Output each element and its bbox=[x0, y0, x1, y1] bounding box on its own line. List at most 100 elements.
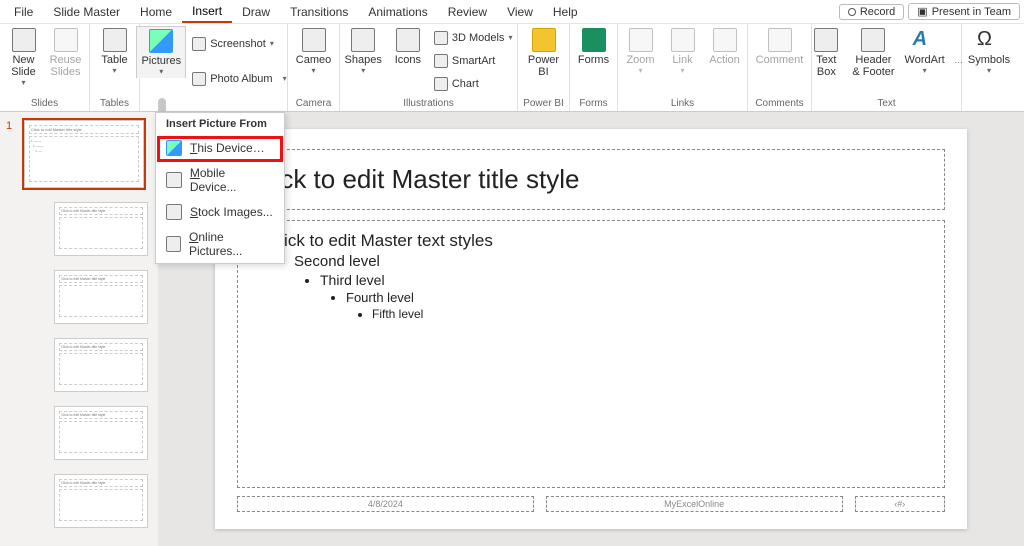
symbols-label: Symbols bbox=[968, 54, 1010, 66]
table-icon bbox=[103, 28, 127, 52]
3d-models-label: 3D Models bbox=[452, 32, 505, 44]
group-powerbi-label: Power BI bbox=[523, 98, 564, 111]
dd-online-pictures-label: Online Pictures... bbox=[189, 230, 274, 258]
header-footer-label: Header & Footer bbox=[852, 54, 894, 78]
link-button[interactable]: Link▾ bbox=[663, 26, 703, 77]
online-pictures-icon bbox=[166, 236, 181, 252]
bullet-level-3: Third level Fourth level Fifth level bbox=[320, 272, 932, 321]
menu-draw[interactable]: Draw bbox=[232, 2, 280, 22]
shapes-button[interactable]: Shapes▾ bbox=[341, 26, 386, 77]
3d-models-button[interactable]: 3D Models▾ bbox=[430, 30, 517, 46]
icons-button[interactable]: Icons bbox=[388, 26, 428, 68]
reuse-slides-label: Reuse Slides bbox=[50, 54, 82, 78]
thumb-layout-3[interactable]: Click to edit Master title style bbox=[54, 338, 148, 392]
menu-home[interactable]: Home bbox=[130, 2, 182, 22]
group-camera: Cameo▾ Camera bbox=[288, 24, 340, 111]
shapes-icon bbox=[351, 28, 375, 52]
chart-button[interactable]: Chart bbox=[430, 76, 517, 92]
new-slide-icon bbox=[12, 28, 36, 52]
menu-file[interactable]: File bbox=[4, 2, 43, 22]
action-icon bbox=[713, 28, 737, 52]
menu-transitions[interactable]: Transitions bbox=[280, 2, 358, 22]
reuse-slides-button[interactable]: Reuse Slides bbox=[46, 26, 86, 80]
chart-icon bbox=[434, 77, 448, 91]
new-slide-label: New Slide bbox=[11, 54, 35, 78]
chart-label: Chart bbox=[452, 78, 479, 90]
main-area: 1 Click to edit Master title style • —— … bbox=[0, 112, 1024, 546]
group-links: Zoom▾ Link▾ Action Links bbox=[618, 24, 748, 111]
menu-slide-master[interactable]: Slide Master bbox=[43, 2, 130, 22]
pictures-label: Pictures bbox=[141, 55, 181, 67]
dd-online-pictures[interactable]: Online Pictures... bbox=[156, 225, 284, 263]
symbols-button[interactable]: ΩSymbols▾ bbox=[964, 26, 1014, 77]
icons-icon bbox=[396, 28, 420, 52]
dd-mobile-device-label: Mobile Device... bbox=[190, 166, 274, 194]
pagenum-placeholder[interactable]: ‹#› bbox=[855, 496, 945, 512]
thumb-layout-4[interactable]: Click to edit Master title style bbox=[54, 406, 148, 460]
powerbi-label: Power BI bbox=[528, 54, 559, 78]
title-placeholder[interactable]: Click to edit Master title style bbox=[237, 149, 945, 210]
slide-canvas[interactable]: Click to edit Master title style Click t… bbox=[215, 129, 967, 529]
icons-label: Icons bbox=[395, 54, 421, 66]
table-button[interactable]: Table▾ bbox=[95, 26, 135, 77]
forms-button[interactable]: Forms bbox=[574, 26, 614, 68]
zoom-icon bbox=[629, 28, 653, 52]
group-forms-label: Forms bbox=[579, 98, 607, 111]
thumb-number: 1 bbox=[6, 120, 12, 132]
new-slide-button[interactable]: New Slide▾ bbox=[4, 26, 44, 89]
record-button[interactable]: Record bbox=[839, 4, 904, 20]
menu-insert[interactable]: Insert bbox=[182, 1, 232, 23]
dd-stock-images[interactable]: Stock Images... bbox=[156, 199, 284, 225]
group-tables-label: Tables bbox=[100, 98, 129, 111]
stock-images-icon bbox=[166, 204, 182, 220]
zoom-button[interactable]: Zoom▾ bbox=[621, 26, 661, 77]
menu-help[interactable]: Help bbox=[543, 2, 588, 22]
slide-editor: Click to edit Master title style Click t… bbox=[158, 112, 1024, 546]
group-links-label: Links bbox=[671, 98, 694, 111]
action-label: Action bbox=[709, 54, 740, 66]
photo-album-icon bbox=[192, 72, 206, 86]
smartart-button[interactable]: SmartArt bbox=[430, 53, 517, 69]
powerbi-button[interactable]: Power BI bbox=[524, 26, 564, 80]
thumb-layout-2[interactable]: Click to edit Master title style bbox=[54, 270, 148, 324]
menu-review[interactable]: Review bbox=[438, 2, 497, 22]
cameo-button[interactable]: Cameo▾ bbox=[292, 26, 335, 77]
present-label: Present in Team bbox=[932, 6, 1011, 18]
menu-view[interactable]: View bbox=[497, 2, 543, 22]
present-button[interactable]: ▣Present in Team bbox=[908, 3, 1020, 20]
record-icon bbox=[848, 8, 856, 16]
group-comments: Comment Comments bbox=[748, 24, 812, 111]
group-forms: Forms Forms bbox=[570, 24, 618, 111]
pictures-button[interactable]: Pictures▾ bbox=[136, 26, 186, 78]
group-text: Text Box Header & Footer AWordArt▾ ⋯ Tex… bbox=[812, 24, 962, 111]
record-label: Record bbox=[860, 6, 895, 18]
powerbi-icon bbox=[532, 28, 556, 52]
photo-album-button[interactable]: Photo Album▾ bbox=[188, 71, 290, 87]
menu-animations[interactable]: Animations bbox=[358, 2, 437, 22]
wordart-button[interactable]: AWordArt▾ bbox=[901, 26, 949, 77]
this-device-icon bbox=[166, 140, 182, 156]
link-icon bbox=[671, 28, 695, 52]
group-powerbi: Power BI Power BI bbox=[518, 24, 570, 111]
textbox-button[interactable]: Text Box bbox=[806, 26, 846, 80]
thumb-layout-5[interactable]: Click to edit Master title style bbox=[54, 474, 148, 528]
link-label: Link bbox=[672, 54, 692, 66]
forms-icon bbox=[582, 28, 606, 52]
comment-button[interactable]: Comment bbox=[752, 26, 808, 68]
screenshot-button[interactable]: Screenshot▾ bbox=[188, 36, 290, 52]
footer-placeholder[interactable]: MyExcelOnline bbox=[546, 496, 843, 512]
thumb-layout-1[interactable]: Click to edit Master title style bbox=[54, 202, 148, 256]
body-placeholder[interactable]: Click to edit Master text styles Second … bbox=[237, 220, 945, 488]
dd-stock-images-label: Stock Images... bbox=[190, 205, 273, 219]
header-footer-icon bbox=[861, 28, 885, 52]
thumb-master[interactable]: Click to edit Master title style • —— • … bbox=[24, 120, 144, 188]
dd-mobile-device[interactable]: Mobile Device... bbox=[156, 161, 284, 199]
forms-label: Forms bbox=[578, 54, 609, 66]
header-footer-button[interactable]: Header & Footer bbox=[848, 26, 898, 80]
action-button[interactable]: Action bbox=[705, 26, 745, 68]
date-placeholder[interactable]: 4/8/2024 bbox=[237, 496, 534, 512]
3d-models-icon bbox=[434, 31, 448, 45]
group-comments-label: Comments bbox=[755, 98, 803, 111]
group-symbols: ΩSymbols▾ bbox=[962, 24, 1016, 111]
dd-this-device[interactable]: This Device… bbox=[156, 135, 284, 161]
